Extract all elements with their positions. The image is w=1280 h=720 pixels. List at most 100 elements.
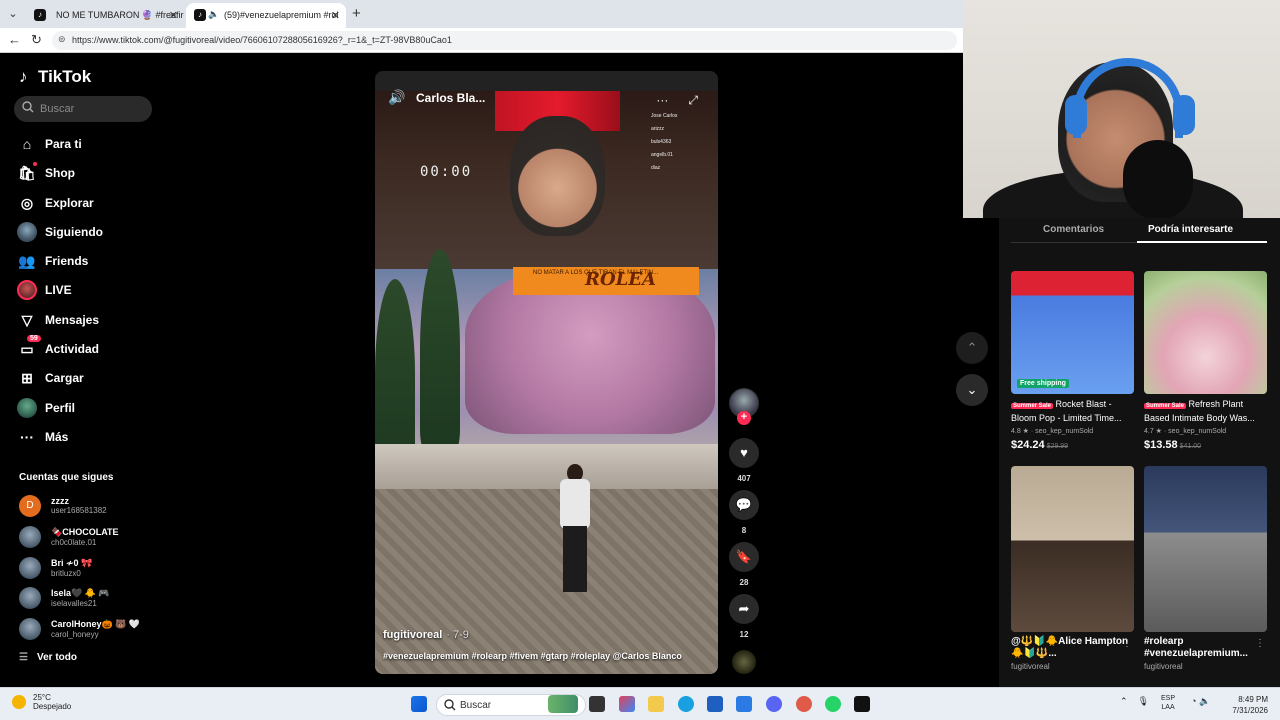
following-account[interactable]: 🍫CHOCOLATE ch0c0late.01 [19,524,189,555]
following-avatar-icon [17,221,37,242]
nav-label: Friends [45,254,89,269]
video-caption[interactable]: #venezuelapremium #rolearp #fivem #gtarp… [383,651,682,661]
nav-cargar[interactable]: ⊞ Cargar [17,367,187,396]
following-account[interactable]: Dzzzz user168581382 [19,493,189,524]
nav-label: Cargar [45,371,84,386]
music-disc-icon[interactable] [732,650,756,674]
product-card[interactable]: Summer Sale Refresh Plant Based Intimate… [1144,271,1267,451]
nav-para-ti[interactable]: ⌂ Para ti [17,133,187,162]
close-tab-icon[interactable]: ✕ [169,9,178,22]
url-text: https://www.tiktok.com/@fugitivoreal/vid… [72,35,452,45]
save-button[interactable]: 🔖 28 [729,542,759,587]
search-input[interactable]: Buscar [14,96,152,122]
speaker-icon[interactable]: 🔈 [208,9,219,20]
nav-label: Shop [45,166,75,181]
copilot-icon[interactable] [619,696,635,712]
following-section-title: Cuentas que sigues [19,472,114,483]
reload-icon[interactable]: ↻ [31,32,42,48]
language-indicator[interactable]: ESP LAA [1161,694,1175,712]
file-explorer-icon[interactable] [648,696,664,712]
leaderboard-row: Jose Carlos [651,113,678,119]
nav-friends[interactable]: 👥 Friends [17,250,187,279]
weather-widget[interactable]: 25°C Despejado [12,693,71,711]
nav-mas[interactable]: ··· Más [17,426,187,455]
sale-tag: Summer Sale [1144,403,1187,409]
language-code: ESP [1161,695,1176,702]
video-thumbnail [1144,466,1267,632]
following-account[interactable]: Bri ≁0 🎀 britluzx0 [19,555,189,586]
nav-explorar[interactable]: ◎ Explorar [17,192,187,221]
browser-tab[interactable]: ♪ NO ME TUMBARON 🔮 #freefire ✕ [26,3,184,28]
nav-siguiendo[interactable]: Siguiendo [17,221,187,250]
gameplay-scene [375,249,718,674]
account-name: Isela🖤 🐥 🎮 [51,588,110,599]
like-button[interactable]: ♥ 407 [729,438,759,483]
app-icon[interactable] [796,696,812,712]
next-video-chevron-down-icon[interactable]: ⌄ [956,374,988,406]
share-count: 12 [739,630,749,639]
whatsapp-icon[interactable] [825,696,841,712]
more-options-icon[interactable]: ⋮ [1122,638,1132,649]
account-name: zzzz [51,496,69,506]
video-player[interactable]: 00:00 Jose Carlos arizzz buls4363 angelb… [375,71,718,674]
avatar [19,556,41,579]
video-card[interactable]: @🔱🔰🐥Alice Hampton🐥🔰🔱... ⋮ fugitivoreal [1011,466,1134,671]
tab-podria-interesarte[interactable]: Podría interesarte [1148,224,1233,235]
task-view-icon[interactable] [589,696,605,712]
product-meta: 4.7 ★ · seo_kep_numSold [1144,427,1267,435]
following-account[interactable]: CarolHoney🎃 🐻 🤍 carol_honeyy [19,616,189,647]
store-icon[interactable] [707,696,723,712]
panel-tabs: Comentarios Podría interesarte [1011,218,1267,243]
close-tab-icon[interactable]: ✕ [331,9,340,22]
site-info-icon[interactable]: ⊜ [58,34,66,45]
product-price-row: $13.58 $41.00 [1144,439,1267,451]
windows-start-icon[interactable] [411,696,427,712]
video-author[interactable]: fugitivoreal · 7-9 [383,629,469,641]
tiktok-logo[interactable]: ♪ TikTok [19,67,91,87]
product-image: Free shipping [1011,271,1134,394]
product-card[interactable]: Free shipping Summer Sale Rocket Blast -… [1011,271,1134,451]
nav-label: LIVE [45,283,72,298]
bookmark-icon: 🔖 [729,542,759,572]
tray-chevron-up-icon[interactable]: ⌃ [1120,696,1128,706]
sale-tag: Summer Sale [1011,403,1054,409]
more-options-icon[interactable]: ··· [656,93,668,107]
post-date: · 7-9 [446,629,469,641]
edge-browser-icon[interactable] [678,696,694,712]
more-options-icon[interactable]: ⋮ [1255,638,1265,649]
discord-icon[interactable] [766,696,782,712]
video-top-author[interactable]: 🔊 Carlos Bla... [388,89,485,106]
url-field[interactable]: ⊜ https://www.tiktok.com/@fugitivoreal/v… [52,31,957,50]
widgets-icon[interactable] [548,695,578,713]
see-all-link[interactable]: ☰ Ver todo [19,652,77,663]
tiktok-favicon-icon: ♪ [34,9,46,21]
nav-live[interactable]: LIVE [17,279,187,308]
leaderboard-row: arizzz [651,126,665,132]
tab-list-chevron-icon[interactable]: ⌄ [4,5,22,23]
following-account[interactable]: Isela🖤 🐥 🎮 iselavalles21 [19,585,189,616]
video-card[interactable]: #rolearp #venezuelapremium... ⋮ fugitivo… [1144,466,1267,671]
volume-icon[interactable]: 🔊 [388,89,405,106]
account-name: CarolHoney🎃 🐻 🤍 [51,619,141,630]
previous-video-chevron-up-icon[interactable]: ⌃ [956,332,988,364]
tiktok-page: ♪ TikTok Buscar ⌂ Para ti 🛍 Shop ◎ Explorar … [3,53,988,687]
back-arrow-icon[interactable]: ← [8,32,21,47]
share-button[interactable]: ➦ 12 [729,594,759,639]
tab-comentarios[interactable]: Comentarios [1043,224,1104,235]
comment-button[interactable]: 💬 8 [729,490,759,535]
mail-icon[interactable] [736,696,752,712]
new-tab-icon[interactable]: + [352,5,361,22]
follow-plus-icon[interactable]: + [737,411,751,425]
nav-shop[interactable]: 🛍 Shop [17,162,187,191]
clock[interactable]: 8:49 PM 7/31/2026 [1222,694,1268,716]
nav-perfil[interactable]: Perfil [17,397,187,426]
banner-logo: ROLEA [585,269,656,290]
nav-actividad[interactable]: ▭ 59 Actividad [17,335,187,367]
microphone-icon[interactable]: 🎙 [1138,696,1149,706]
nav-mensajes[interactable]: ▽ Mensajes [17,309,187,338]
tray-status[interactable]: ◔ 🔈 [1191,696,1210,707]
browser-tab-active[interactable]: ♪ 🔈 (59)#venezuelapremium #rol ✕ [186,3,346,28]
leaderboard-row: buls4363 [651,139,672,145]
fullscreen-icon[interactable]: ⤢ [688,93,698,107]
tiktok-app-icon[interactable] [854,696,870,712]
